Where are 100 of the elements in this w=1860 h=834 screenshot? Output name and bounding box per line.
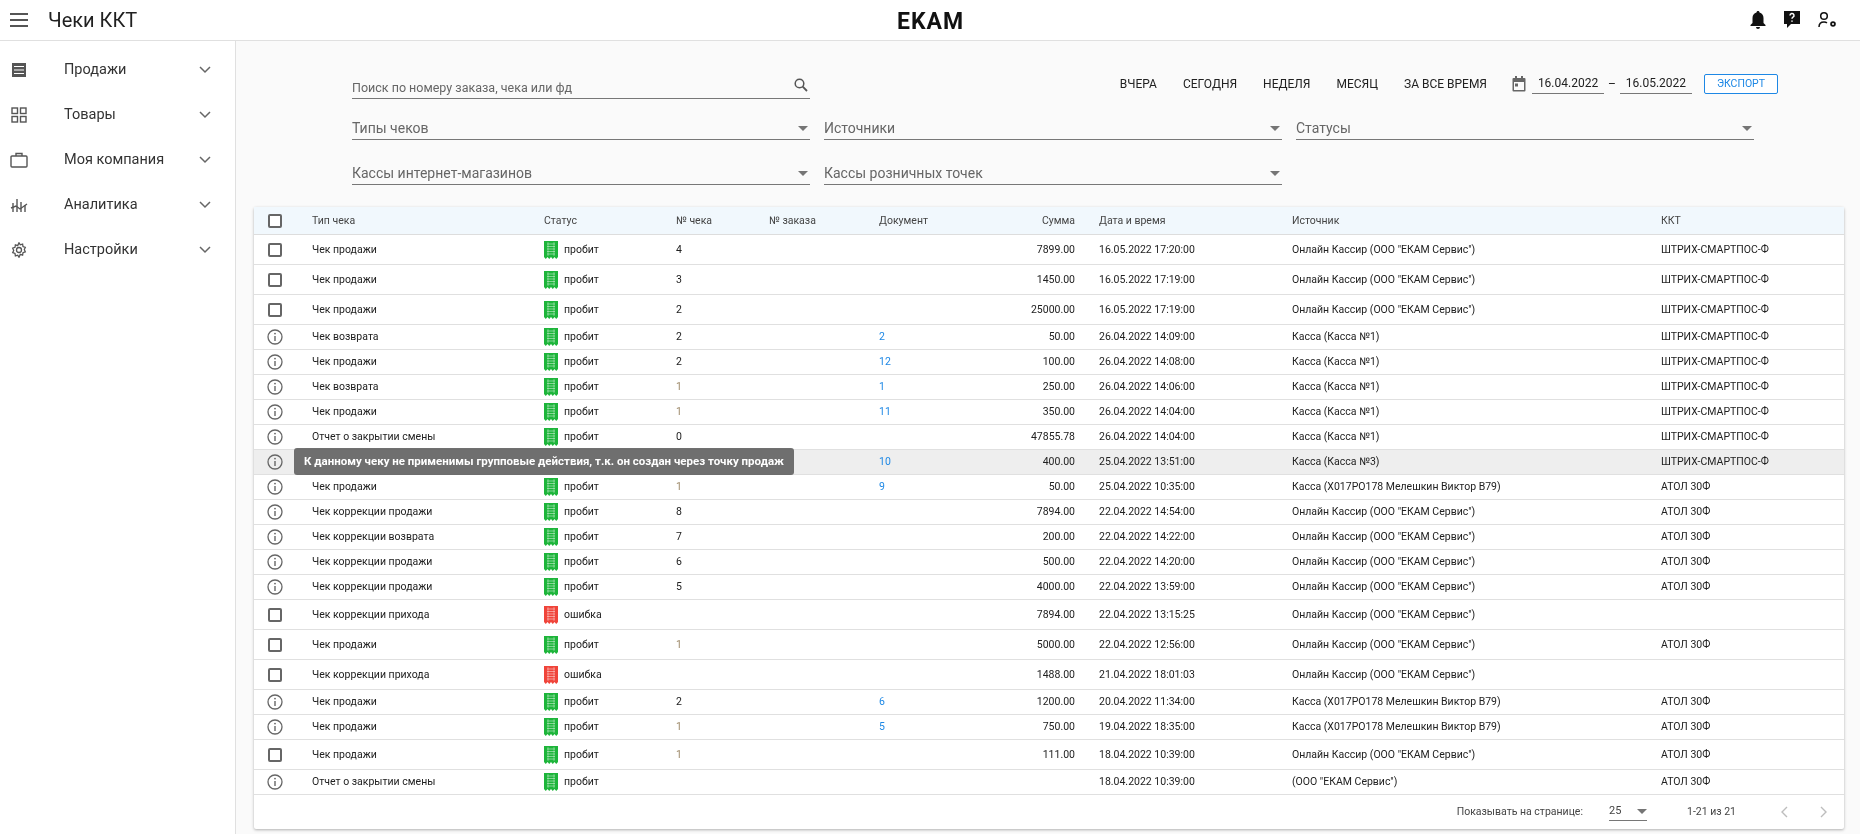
info-icon[interactable] (267, 504, 283, 520)
table-cell: 50.00 (1048, 480, 1075, 494)
table-cell: ШТРИХ-СМАРТПОС-Ф (1661, 405, 1769, 419)
info-icon[interactable] (267, 429, 283, 445)
table-cell: 100.00 (1042, 355, 1075, 369)
table-cell: 7894.00 (1036, 607, 1075, 621)
table-cell: 1488.00 (1036, 667, 1075, 681)
table-cell: Чек коррекции продажи (312, 580, 433, 594)
table-cell: 7894.00 (1036, 505, 1075, 519)
column-header[interactable]: ККТ (1661, 212, 1844, 229)
table-cell: Онлайн Кассир (ООО "ЕКАМ Сервис") (1292, 580, 1476, 594)
page-size-select[interactable]: 25 (1609, 803, 1647, 821)
sidebar-item[interactable]: Товары (0, 92, 235, 137)
status-text: пробит (564, 301, 599, 318)
info-icon[interactable] (267, 529, 283, 545)
info-icon[interactable] (267, 774, 283, 790)
select-field[interactable]: Источники (824, 118, 1282, 140)
table-cell: 22.04.2022 14:54:00 (1099, 505, 1195, 519)
select-field[interactable]: Типы чеков (352, 118, 810, 140)
column-header[interactable]: Дата и время (1099, 212, 1292, 229)
menu-icon[interactable] (10, 13, 28, 27)
checkbox[interactable] (268, 637, 282, 652)
checkbox[interactable] (268, 667, 282, 682)
checkbox[interactable] (268, 607, 282, 622)
document-link[interactable]: 9 (879, 480, 885, 494)
table-cell: 26.04.2022 14:06:00 (1099, 380, 1195, 394)
chart-icon (10, 196, 28, 213)
info-icon[interactable] (267, 694, 283, 710)
date-field[interactable]: 16.04.2022 (1532, 74, 1604, 94)
info-icon[interactable] (267, 404, 283, 420)
select-field[interactable]: Статусы (1296, 118, 1754, 140)
table-cell: АТОЛ 30Ф (1661, 695, 1711, 709)
period-tab[interactable]: ВЧЕРА (1106, 72, 1170, 96)
info-icon[interactable] (267, 329, 283, 345)
document-link[interactable]: 11 (879, 405, 891, 419)
table-cell: Касса (Касса №1) (1292, 355, 1380, 369)
table-cell: АТОЛ 30Ф (1661, 530, 1711, 544)
document-link[interactable]: 6 (879, 695, 885, 709)
column-header[interactable]: Сумма (999, 212, 1099, 229)
table-cell: 1 (676, 480, 682, 494)
sidebar-item[interactable]: Аналитика (0, 182, 235, 227)
calendar-icon[interactable] (1512, 76, 1526, 92)
sidebar-item[interactable]: Настройки (0, 227, 235, 272)
column-header[interactable]: Источник (1292, 212, 1661, 229)
info-icon[interactable] (267, 354, 283, 370)
checkbox[interactable] (268, 747, 282, 762)
column-header[interactable]: Тип чека (312, 212, 544, 229)
help-icon[interactable] (1784, 11, 1800, 29)
column-header[interactable]: № заказа (769, 212, 879, 229)
tooltip: К данному чеку не применимы групповые действия, т.к. он создан через точку продаж (294, 448, 794, 475)
dropdown-caret-icon (798, 171, 808, 176)
list-icon (10, 61, 28, 78)
document-link[interactable]: 12 (879, 355, 891, 369)
status-text: пробит (564, 329, 599, 345)
dropdown-caret-icon (798, 126, 808, 131)
info-icon[interactable] (267, 554, 283, 570)
document-link[interactable]: 2 (879, 330, 885, 344)
column-header[interactable]: Документ (879, 212, 999, 229)
status-text: пробит (564, 379, 599, 395)
search-field[interactable]: Поиск по номеру заказа, чека или фд (352, 77, 810, 99)
bell-icon[interactable] (1750, 11, 1766, 29)
export-button[interactable]: ЭКСПОРТ (1703, 74, 1778, 94)
table-cell: 250.00 (1042, 380, 1075, 394)
status-text: пробит (564, 404, 599, 420)
sidebar-item[interactable]: Продажи (0, 47, 235, 92)
table-cell: Чек продажи (312, 720, 377, 734)
column-header[interactable]: Статус (544, 212, 676, 229)
status-text: ошибка (564, 606, 602, 623)
table-cell: Чек продажи (312, 695, 377, 709)
user-settings-icon[interactable] (1818, 11, 1838, 29)
period-tab[interactable]: НЕДЕЛЯ (1250, 72, 1324, 96)
column-header[interactable]: № чека (676, 212, 769, 229)
info-icon[interactable] (267, 454, 283, 470)
period-tab[interactable]: ЗА ВСЕ ВРЕМЯ (1391, 72, 1500, 96)
table-cell: Касса (Касса №1) (1292, 430, 1380, 444)
checkbox[interactable] (268, 213, 282, 228)
document-link[interactable]: 1 (879, 380, 885, 394)
table-cell: ШТРИХ-СМАРТПОС-Ф (1661, 302, 1769, 316)
period-tab[interactable]: МЕСЯЦ (1323, 72, 1391, 96)
info-icon[interactable] (267, 719, 283, 735)
select-field[interactable]: Кассы розничных точек (824, 163, 1282, 185)
info-icon[interactable] (267, 479, 283, 495)
search-icon[interactable] (794, 78, 808, 92)
table-cell: 2 (676, 355, 682, 369)
document-link[interactable]: 5 (879, 720, 885, 734)
checkbox[interactable] (268, 302, 282, 317)
page-title: Чеки ККТ (48, 7, 138, 34)
status-text: пробит (564, 479, 599, 495)
info-icon[interactable] (267, 579, 283, 595)
table-cell: Онлайн Кассир (ООО "ЕКАМ Сервис") (1292, 530, 1476, 544)
sidebar-item[interactable]: Моя компания (0, 137, 235, 182)
checkbox[interactable] (268, 272, 282, 287)
period-tab[interactable]: СЕГОДНЯ (1169, 72, 1251, 96)
select-field[interactable]: Кассы интернет-магазинов (352, 163, 810, 185)
info-icon[interactable] (267, 379, 283, 395)
table-cell: АТОЛ 30Ф (1661, 775, 1711, 789)
table-cell: ШТРИХ-СМАРТПОС-Ф (1661, 355, 1769, 369)
date-field[interactable]: 16.05.2022 (1619, 74, 1692, 94)
table-cell: Онлайн Кассир (ООО "ЕКАМ Сервис") (1292, 242, 1476, 256)
checkbox[interactable] (268, 242, 282, 257)
